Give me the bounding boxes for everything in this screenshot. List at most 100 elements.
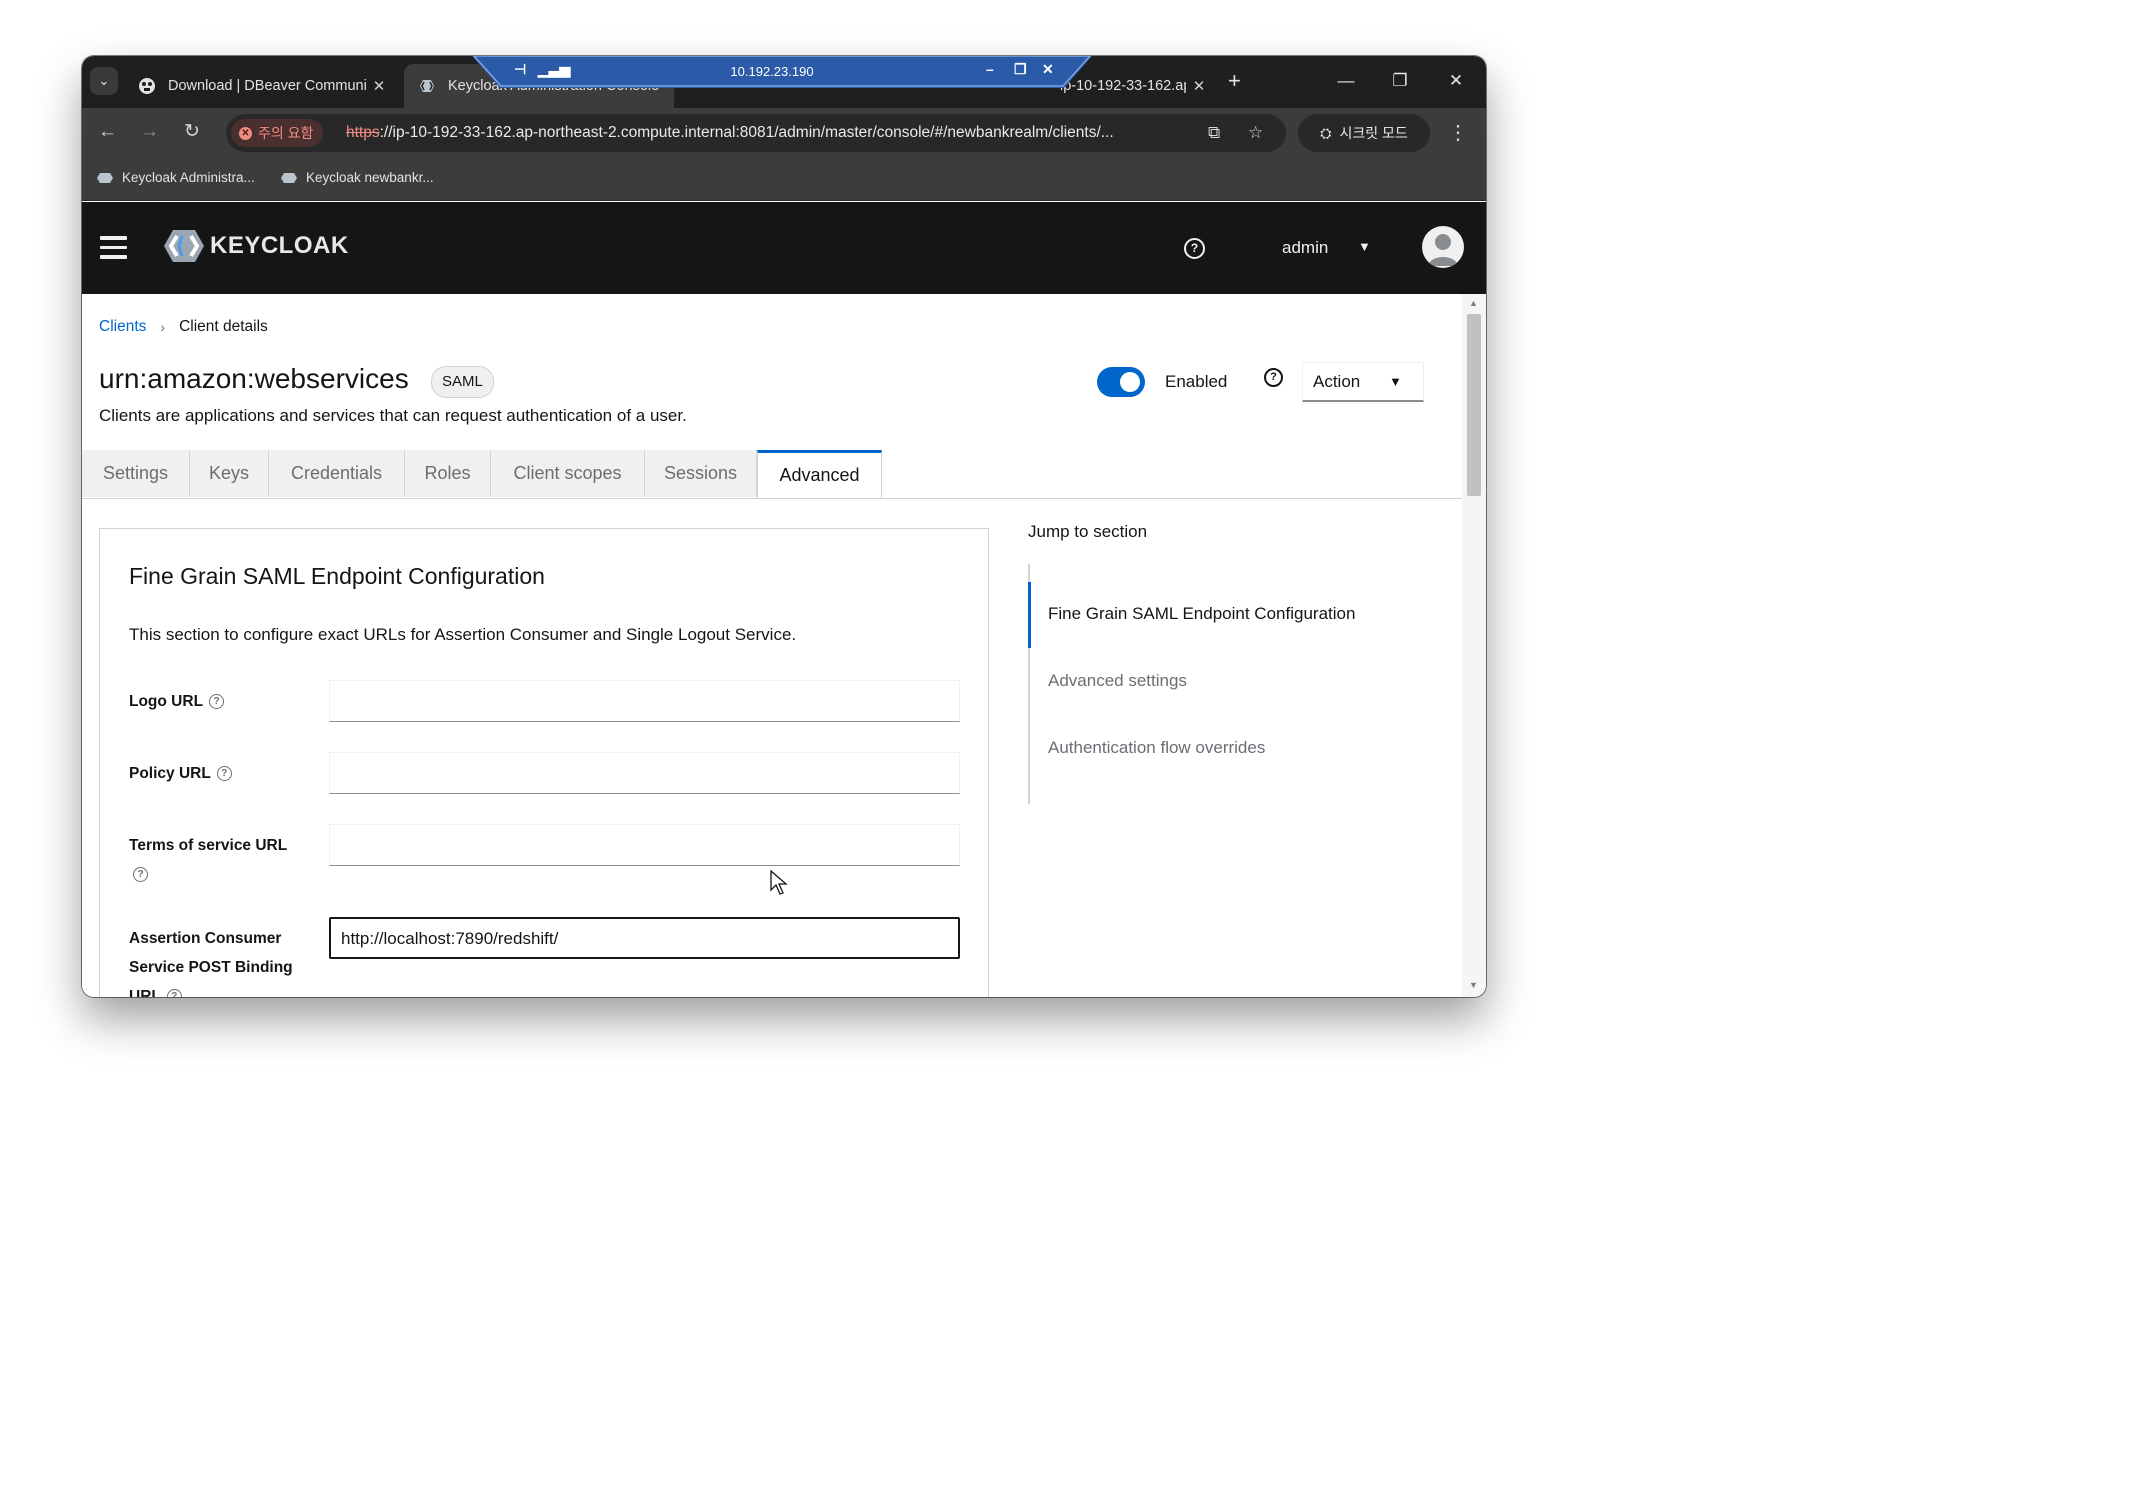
forward-icon[interactable]: → [140, 122, 159, 142]
page-content: Clients › Client details urn:amazon:webs… [82, 294, 1462, 997]
keycloak-masthead: KEYCLOAK ? admin ▼ [82, 202, 1486, 294]
tab-settings[interactable]: Settings [82, 450, 190, 497]
keycloak-logo[interactable]: KEYCLOAK [162, 226, 349, 266]
assertion-consumer-post-url-input[interactable]: http://localhost:7890/redshift/ [329, 917, 960, 959]
client-tabs: Settings Keys Credentials Roles Client s… [82, 450, 1462, 499]
browser-menu-icon[interactable]: ⋮ [1448, 120, 1468, 145]
tab-keys[interactable]: Keys [190, 450, 269, 497]
page-title: urn:amazon:webservices [99, 363, 409, 394]
chevron-down-icon: ⌄ [98, 73, 110, 88]
jump-link-auth-flow-overrides[interactable]: Authentication flow overrides [1048, 738, 1265, 758]
scroll-down-icon[interactable]: ▼ [1469, 980, 1478, 990]
address-bar[interactable]: ✕ 주의 요함 https://ip-10-192-33-162.ap-nort… [226, 114, 1286, 152]
rdp-connection-bar: ⊣ ▁▃▅ 10.192.23.190 – ❐ ✕ [472, 56, 1092, 88]
caret-down-icon[interactable]: ▼ [1358, 239, 1371, 254]
bookmark-star-icon[interactable]: ☆ [1248, 123, 1263, 143]
rdp-restore-icon[interactable]: ❐ [1014, 61, 1027, 78]
scroll-thumb[interactable] [1467, 314, 1481, 496]
help-icon[interactable]: ? [209, 694, 225, 710]
page-description: Clients are applications and services th… [99, 406, 687, 425]
reload-icon[interactable]: ↻ [184, 122, 200, 142]
translate-icon[interactable]: ⧉ [1208, 123, 1220, 143]
field-label: Logo URL? [129, 687, 225, 716]
tab-search-button[interactable]: ⌄ [90, 67, 118, 95]
url-protocol: https [346, 124, 380, 141]
mouse-cursor-icon [770, 870, 788, 895]
help-icon[interactable]: ? [1184, 238, 1205, 259]
warning-icon: ✕ [239, 126, 252, 140]
url-rest: ://ip-10-192-33-162.ap-northeast-2.compu… [379, 124, 1114, 141]
restore-icon[interactable]: ❐ [1380, 68, 1420, 94]
tab-client-scopes[interactable]: Client scopes [491, 450, 645, 497]
help-icon[interactable]: ? [1264, 368, 1283, 387]
enabled-toggle[interactable] [1097, 367, 1145, 397]
incognito-icon: ⛭ [1320, 124, 1332, 141]
keycloak-logo-text: KEYCLOAK [210, 232, 349, 259]
security-warning-label: 주의 요함 [258, 125, 314, 141]
policy-url-input[interactable] [329, 752, 960, 794]
bookmark-label: Keycloak newbankr... [306, 170, 434, 185]
keycloak-favicon-icon [420, 80, 434, 92]
tab-sessions[interactable]: Sessions [645, 450, 757, 497]
tab-strip: ⌄ Download | DBeaver Community ✕ Keycloa… [82, 56, 1486, 108]
breadcrumb: Clients › Client details [99, 318, 268, 336]
saml-endpoint-card: Fine Grain SAML Endpoint Configuration T… [99, 528, 989, 997]
bookmarks-bar: Keycloak Administra... Keycloak newbankr… [82, 158, 1486, 201]
back-icon[interactable]: ← [98, 122, 117, 142]
security-warning-chip[interactable]: ✕ 주의 요함 [231, 119, 324, 147]
toggle-knob [1120, 372, 1140, 392]
active-indicator [1028, 582, 1031, 648]
browser-window: ⌄ Download | DBeaver Community ✕ Keycloa… [82, 56, 1486, 997]
section-title: Fine Grain SAML Endpoint Configuration [129, 563, 545, 589]
jump-link-fine-grain[interactable]: Fine Grain SAML Endpoint Configuration [1048, 604, 1355, 624]
rdp-minimize-icon[interactable]: – [986, 61, 994, 77]
help-icon[interactable]: ? [133, 867, 148, 883]
close-window-icon[interactable]: ✕ [1436, 68, 1476, 94]
logo-url-input[interactable] [329, 680, 960, 722]
tab-roles[interactable]: Roles [405, 450, 491, 497]
rdp-close-icon[interactable]: ✕ [1042, 61, 1054, 78]
user-menu-toggle[interactable]: admin [1282, 238, 1328, 258]
breadcrumb-link-clients[interactable]: Clients [99, 318, 146, 336]
action-label: Action [1313, 372, 1361, 391]
incognito-indicator[interactable]: ⛭ 시크릿 모드 [1298, 114, 1430, 152]
minimize-icon[interactable]: — [1326, 68, 1366, 94]
browser-tab-dbeaver[interactable]: Download | DBeaver Community ✕ [124, 64, 392, 108]
breadcrumb-current: Client details [179, 318, 268, 335]
protocol-badge: SAML [431, 366, 494, 398]
help-icon[interactable]: ? [166, 989, 182, 997]
field-label: Assertion Consumer Service POST Binding … [129, 924, 319, 997]
terms-of-service-url-input[interactable] [329, 824, 960, 866]
jump-to-section-title: Jump to section [1028, 522, 1148, 541]
hamburger-menu-icon[interactable] [100, 236, 127, 265]
tab-advanced[interactable]: Advanced [757, 450, 882, 498]
keycloak-logo-icon [164, 230, 204, 262]
page-scrollbar[interactable]: ▲ ▼ [1462, 294, 1486, 997]
section-description: This section to configure exact URLs for… [129, 625, 797, 644]
avatar[interactable] [1422, 226, 1464, 268]
new-tab-icon[interactable]: + [1228, 70, 1241, 92]
close-tab-icon[interactable]: ✕ [366, 77, 392, 95]
tab-credentials[interactable]: Credentials [269, 450, 405, 497]
signal-icon: ▁▃▅ [538, 61, 571, 77]
dbeaver-favicon-icon [139, 78, 155, 94]
enabled-label: Enabled [1165, 372, 1228, 391]
help-icon[interactable]: ? [216, 766, 232, 782]
jump-links: Fine Grain SAML Endpoint Configuration A… [1028, 564, 1450, 804]
scroll-up-icon[interactable]: ▲ [1469, 298, 1478, 308]
keycloak-favicon-icon [281, 172, 297, 183]
field-label: Policy URL? [129, 759, 232, 788]
jump-link-advanced-settings[interactable]: Advanced settings [1048, 671, 1187, 691]
browser-toolbar: ← → ↻ ✕ 주의 요함 https://ip-10-192-33-162.a… [82, 108, 1486, 158]
close-tab-icon[interactable]: ✕ [1186, 77, 1212, 95]
bookmark-item[interactable]: Keycloak newbankr... [280, 170, 434, 185]
field-label: Terms of service URL? [129, 837, 288, 883]
bookmark-item[interactable]: Keycloak Administra... [96, 170, 255, 185]
pin-icon[interactable]: ⊣ [514, 61, 526, 78]
url-text[interactable]: https://ip-10-192-33-162.ap-northeast-2.… [346, 124, 1114, 142]
rdp-ip-address: 10.192.23.190 [730, 64, 814, 79]
user-avatar-icon [1428, 234, 1458, 266]
action-dropdown[interactable]: Action ▼ [1302, 362, 1424, 402]
caret-down-icon: ▼ [1389, 374, 1402, 389]
chevron-right-icon: › [160, 319, 166, 335]
